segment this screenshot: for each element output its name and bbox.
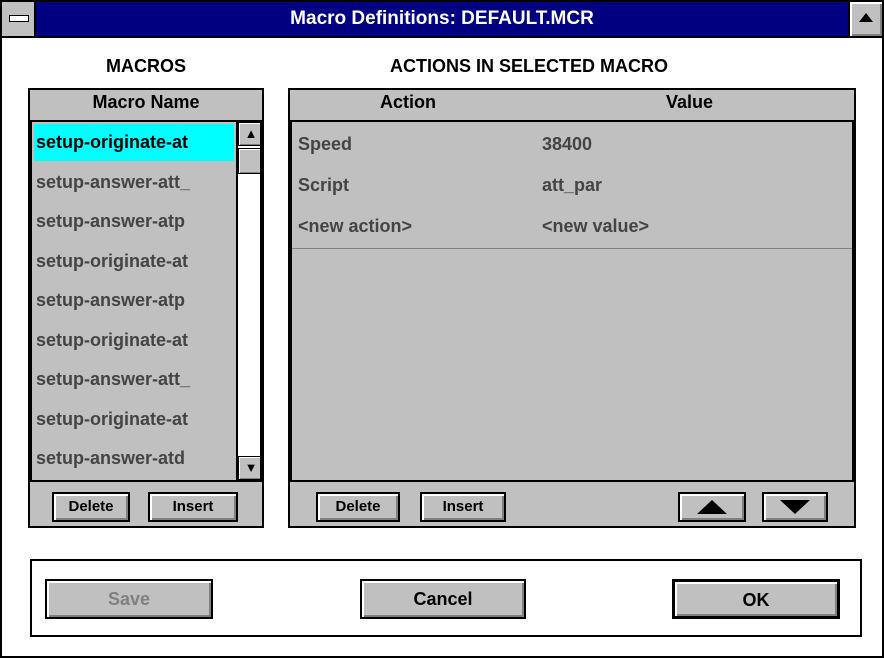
macro-insert-button[interactable]: Insert (148, 492, 238, 522)
macro-list-item[interactable]: setup-answer-att_ (34, 361, 234, 398)
macro-list-item[interactable]: setup-answer-atd (34, 440, 234, 477)
action-row[interactable]: Speed 38400 (294, 124, 850, 165)
ok-button[interactable]: OK (672, 579, 840, 619)
actions-section-label: ACTIONS IN SELECTED MACRO (390, 56, 669, 76)
window-title: Macro Definitions: DEFAULT.MCR (290, 8, 594, 29)
action-cell: Speed (298, 134, 353, 154)
move-down-button[interactable] (762, 492, 828, 522)
move-up-icon (697, 500, 727, 515)
actions-divider (292, 248, 852, 249)
macro-delete-button[interactable]: Delete (52, 492, 130, 522)
macros-panel: Macro Name setup-originate-at setup-answe… (28, 88, 264, 528)
macro-list[interactable]: setup-originate-at setup-answer-att_ setup… (30, 120, 262, 482)
action-cell: <new action> (298, 216, 413, 236)
value-column-header: Value (666, 92, 714, 112)
value-cell: <new value> (542, 216, 650, 236)
macro-name-column-header: Macro Name (92, 92, 200, 112)
macro-list-item[interactable]: setup-originate-at (34, 401, 234, 438)
actions-list[interactable]: Speed 38400 Script att_par <new action> <new … (290, 120, 854, 482)
save-button[interactable]: Save (45, 579, 213, 619)
action-row[interactable]: <new action> <new value> (294, 206, 850, 247)
macros-section-label: MACROS (106, 56, 186, 76)
macro-list-item[interactable]: setup-originate-at (34, 124, 234, 161)
action-insert-button[interactable]: Insert (420, 492, 506, 522)
macro-list-item[interactable]: setup-answer-att_ (34, 164, 234, 201)
macro-list-item[interactable]: setup-originate-at (34, 322, 234, 359)
scroll-down-icon[interactable]: ▼ (238, 456, 260, 480)
value-cell: att_par (542, 175, 603, 195)
macro-list-item[interactable]: setup-answer-atp (34, 203, 234, 240)
macro-definitions-window: Macro Definitions: DEFAULT.MCR MACROS Ma… (0, 0, 884, 658)
action-cell: Script (298, 175, 350, 195)
scroll-thumb[interactable] (238, 148, 260, 174)
scroll-up-icon[interactable]: ▲ (238, 122, 260, 146)
macro-list-item[interactable]: setup-answer-atp (34, 282, 234, 319)
actions-panel: Action Value Speed 38400 Script att_par <new… (288, 88, 856, 528)
action-delete-button[interactable]: Delete (316, 492, 400, 522)
macro-list-scrollbar[interactable]: ▲ ▼ (236, 122, 260, 480)
action-column-header: Action (380, 92, 436, 112)
title-bar[interactable]: Macro Definitions: DEFAULT.MCR (2, 2, 882, 38)
value-cell: 38400 (542, 134, 593, 154)
maximize-icon[interactable] (848, 2, 882, 36)
action-row[interactable]: Script att_par (294, 165, 850, 206)
cancel-button[interactable]: Cancel (360, 579, 526, 619)
dialog-buttons-group: Save Cancel OK (30, 559, 862, 637)
move-down-icon (780, 500, 810, 515)
macro-list-item[interactable]: setup-originate-at (34, 243, 234, 280)
move-up-button[interactable] (678, 492, 746, 522)
